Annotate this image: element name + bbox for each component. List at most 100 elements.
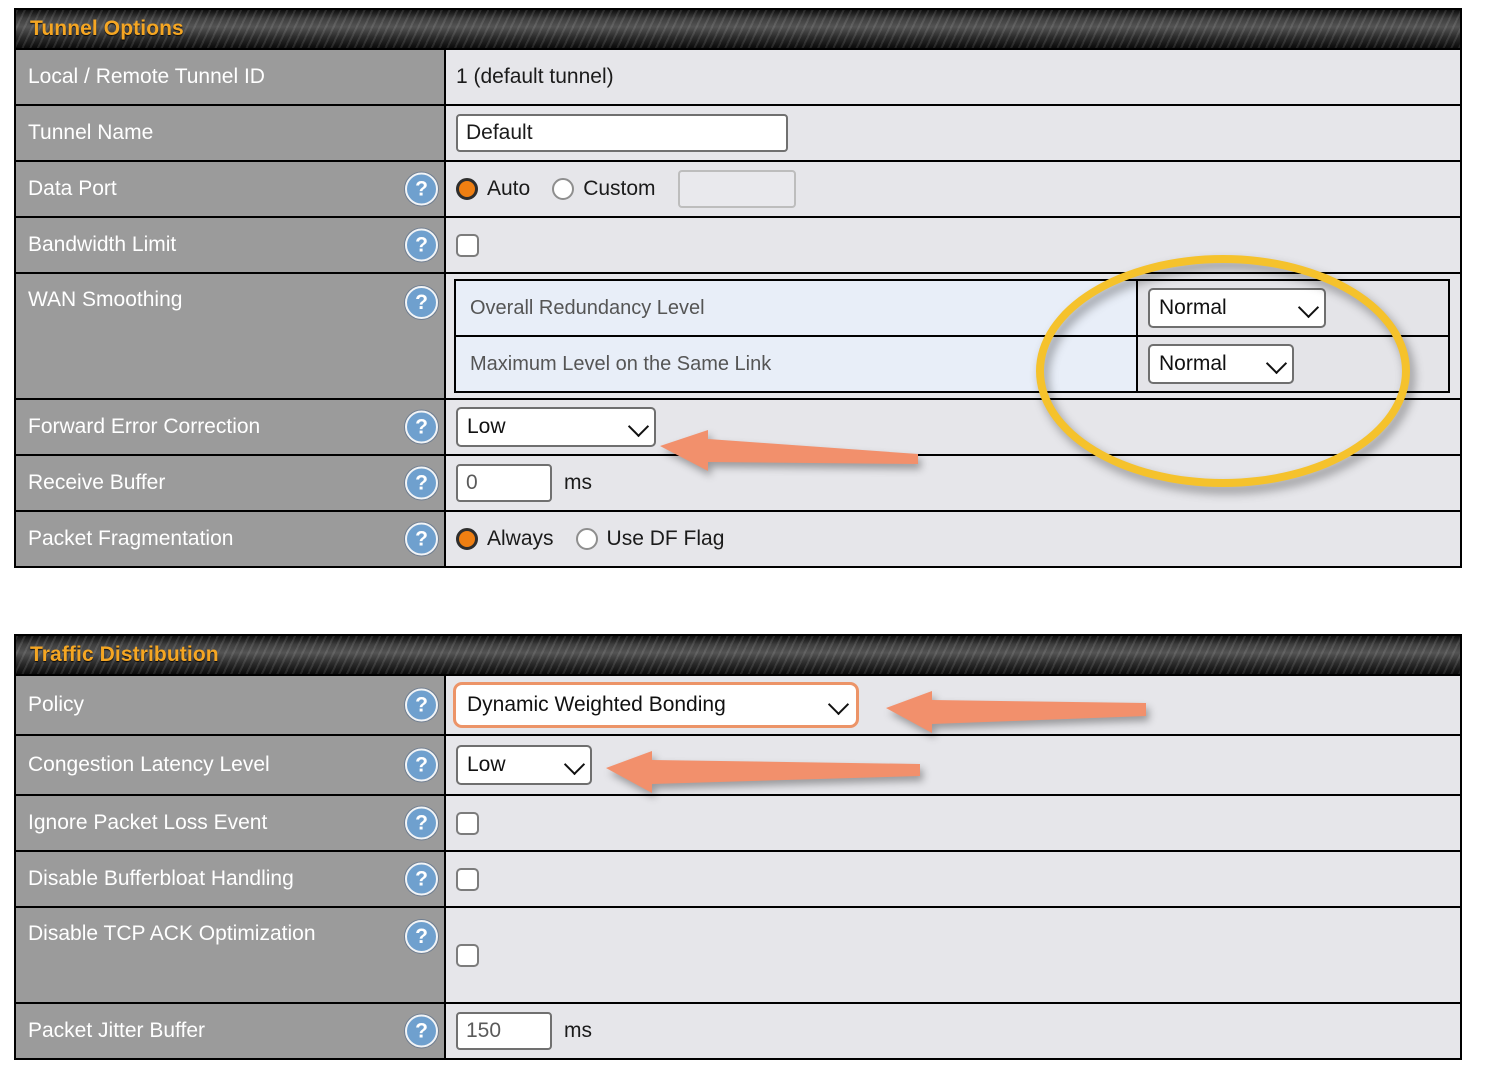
radio-option-use-df-flag[interactable]: Use DF Flag	[576, 527, 747, 551]
label-text: Data Port	[28, 177, 117, 201]
ignore-packet-loss-event-checkbox[interactable]	[456, 812, 479, 835]
tunnel-id-value: 1 (default tunnel)	[456, 65, 614, 89]
congestion-latency-level-select[interactable]: Low	[456, 745, 592, 785]
value-forward-error-correction: Low	[446, 400, 1460, 454]
row-data-port: Data Port ? Auto Custom	[16, 162, 1460, 218]
radio-always-indicator[interactable]	[456, 528, 478, 550]
receive-buffer-unit: ms	[564, 471, 592, 495]
row-congestion-latency-level: Congestion Latency Level ? Low	[16, 736, 1460, 796]
label-policy: Policy ?	[16, 676, 446, 734]
select-value: Normal	[1159, 296, 1227, 320]
bandwidth-limit-checkbox[interactable]	[456, 234, 479, 257]
label-wan-smoothing: WAN Smoothing ?	[16, 274, 446, 398]
radio-auto-indicator[interactable]	[456, 178, 478, 200]
row-tunnel-name: Tunnel Name	[16, 106, 1460, 162]
policy-select[interactable]: Dynamic Weighted Bonding	[456, 685, 856, 725]
help-icon-data-port[interactable]: ?	[405, 173, 438, 206]
chevron-down-icon	[628, 416, 649, 437]
select-value: Normal	[1159, 352, 1227, 376]
label-text: Receive Buffer	[28, 471, 165, 495]
label-text: Policy	[28, 693, 84, 717]
label-text: Packet Jitter Buffer	[28, 1019, 205, 1043]
receive-buffer-input[interactable]	[456, 464, 552, 502]
inner-control-maximum-level-same-link: Normal	[1138, 337, 1448, 391]
row-disable-tcp-ack-optimization: Disable TCP ACK Optimization ?	[16, 908, 1460, 1004]
value-wan-smoothing: Overall Redundancy Level Normal Maximum …	[446, 274, 1460, 398]
radio-use-df-flag-indicator[interactable]	[576, 528, 598, 550]
select-value: Low	[467, 753, 506, 777]
help-icon-packet-fragmentation[interactable]: ?	[405, 523, 438, 556]
help-icon-receive-buffer[interactable]: ?	[405, 467, 438, 500]
label-text: Disable Bufferbloat Handling	[28, 867, 294, 891]
maximum-level-same-link-select[interactable]: Normal	[1148, 344, 1294, 384]
help-icon-disable-bufferbloat-handling[interactable]: ?	[405, 863, 438, 896]
inner-label-overall-redundancy-level: Overall Redundancy Level	[456, 281, 1138, 335]
radio-use-df-flag-label: Use DF Flag	[607, 527, 725, 551]
label-disable-tcp-ack-optimization: Disable TCP ACK Optimization ?	[16, 908, 446, 1002]
help-icon-wan-smoothing[interactable]: ?	[405, 286, 438, 319]
tunnel-name-input[interactable]	[456, 114, 788, 152]
wan-smoothing-inner-wrap: Overall Redundancy Level Normal Maximum …	[446, 274, 1460, 398]
label-text: Disable TCP ACK Optimization	[28, 922, 316, 946]
label-congestion-latency-level: Congestion Latency Level ?	[16, 736, 446, 794]
chevron-down-icon	[1266, 353, 1287, 374]
packet-jitter-buffer-input[interactable]	[456, 1012, 552, 1050]
radio-custom-indicator[interactable]	[552, 178, 574, 200]
value-disable-tcp-ack-optimization	[446, 908, 1460, 1002]
value-policy: Dynamic Weighted Bonding	[446, 676, 1460, 734]
help-icon-bandwidth-limit[interactable]: ?	[405, 229, 438, 262]
settings-page: Tunnel Options Local / Remote Tunnel ID …	[0, 0, 1488, 1072]
panel-title: Tunnel Options	[30, 17, 184, 41]
row-packet-jitter-buffer: Packet Jitter Buffer ? ms	[16, 1004, 1460, 1058]
label-data-port: Data Port ?	[16, 162, 446, 216]
radio-option-always[interactable]: Always	[456, 527, 576, 551]
row-receive-buffer: Receive Buffer ? ms	[16, 456, 1460, 512]
value-local-remote-tunnel-id: 1 (default tunnel)	[446, 50, 1460, 104]
value-packet-jitter-buffer: ms	[446, 1004, 1460, 1058]
value-bandwidth-limit	[446, 218, 1460, 272]
help-icon-disable-tcp-ack-optimization[interactable]: ?	[405, 920, 438, 953]
overall-redundancy-level-select[interactable]: Normal	[1148, 288, 1326, 328]
label-text: Local / Remote Tunnel ID	[28, 65, 265, 89]
help-icon-policy[interactable]: ?	[405, 689, 438, 722]
radio-option-auto[interactable]: Auto	[456, 177, 552, 201]
traffic-distribution-panel: Traffic Distribution Policy ? Dynamic We…	[14, 634, 1462, 1060]
help-icon-forward-error-correction[interactable]: ?	[405, 411, 438, 444]
disable-bufferbloat-handling-checkbox[interactable]	[456, 868, 479, 891]
help-icon-congestion-latency-level[interactable]: ?	[405, 749, 438, 782]
tunnel-options-header: Tunnel Options	[16, 10, 1460, 50]
chevron-down-icon	[1298, 297, 1319, 318]
row-packet-fragmentation: Packet Fragmentation ? Always Use DF Fla…	[16, 512, 1460, 566]
label-tunnel-name: Tunnel Name	[16, 106, 446, 160]
data-port-custom-input[interactable]	[678, 170, 796, 208]
label-text: WAN Smoothing	[28, 288, 182, 312]
label-ignore-packet-loss-event: Ignore Packet Loss Event ?	[16, 796, 446, 850]
traffic-distribution-header: Traffic Distribution	[16, 636, 1460, 676]
disable-tcp-ack-optimization-checkbox[interactable]	[456, 944, 479, 967]
value-receive-buffer: ms	[446, 456, 1460, 510]
help-icon-packet-jitter-buffer[interactable]: ?	[405, 1015, 438, 1048]
row-local-remote-tunnel-id: Local / Remote Tunnel ID 1 (default tunn…	[16, 50, 1460, 106]
help-icon-ignore-packet-loss-event[interactable]: ?	[405, 807, 438, 840]
select-value: Low	[467, 415, 506, 439]
label-text: Bandwidth Limit	[28, 233, 176, 257]
row-policy: Policy ? Dynamic Weighted Bonding	[16, 676, 1460, 736]
label-forward-error-correction: Forward Error Correction ?	[16, 400, 446, 454]
label-text: Congestion Latency Level	[28, 753, 270, 777]
label-bandwidth-limit: Bandwidth Limit ?	[16, 218, 446, 272]
forward-error-correction-select[interactable]: Low	[456, 407, 656, 447]
label-packet-jitter-buffer: Packet Jitter Buffer ?	[16, 1004, 446, 1058]
row-bandwidth-limit: Bandwidth Limit ?	[16, 218, 1460, 274]
label-receive-buffer: Receive Buffer ?	[16, 456, 446, 510]
tunnel-options-panel: Tunnel Options Local / Remote Tunnel ID …	[14, 8, 1462, 568]
chevron-down-icon	[564, 754, 585, 775]
radio-option-custom[interactable]: Custom	[552, 177, 677, 201]
row-ignore-packet-loss-event: Ignore Packet Loss Event ?	[16, 796, 1460, 852]
wan-smoothing-table: Overall Redundancy Level Normal Maximum …	[454, 279, 1450, 393]
label-text: Packet Fragmentation	[28, 527, 233, 551]
label-local-remote-tunnel-id: Local / Remote Tunnel ID	[16, 50, 446, 104]
inner-control-overall-redundancy-level: Normal	[1138, 281, 1448, 335]
inner-row-maximum-level-same-link: Maximum Level on the Same Link Normal	[456, 337, 1448, 391]
row-forward-error-correction: Forward Error Correction ? Low	[16, 400, 1460, 456]
inner-label-maximum-level-same-link: Maximum Level on the Same Link	[456, 337, 1138, 391]
